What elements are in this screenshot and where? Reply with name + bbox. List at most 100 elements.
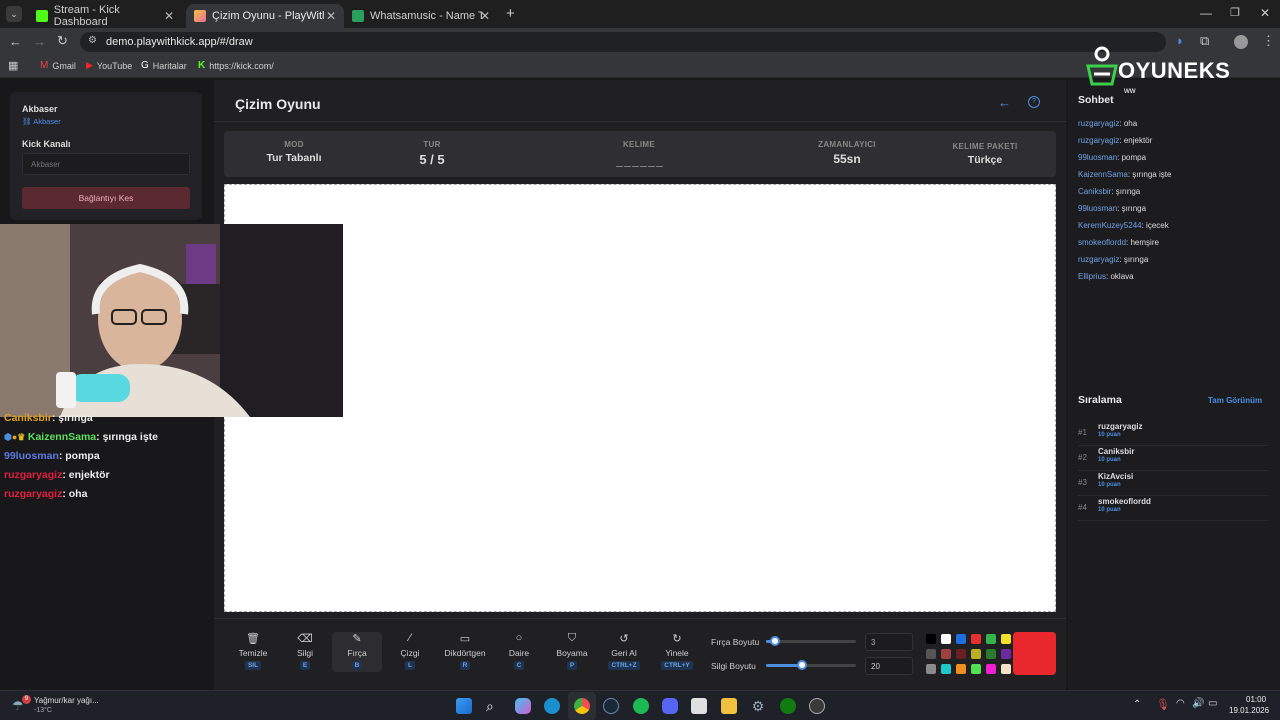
edge-icon[interactable] (544, 698, 560, 714)
color-swatch[interactable] (941, 634, 951, 644)
brush-size-slider[interactable] (766, 636, 856, 646)
battery-icon[interactable]: ▭ (1208, 698, 1217, 709)
color-swatch[interactable] (926, 649, 936, 659)
chat-username[interactable]: KeremKuzey5244 (1078, 221, 1142, 230)
back-icon[interactable]: ← (9, 34, 22, 49)
color-swatch[interactable] (986, 649, 996, 659)
tab-draw-game[interactable]: Çizim Oyunu - PlayWithKick.AP ✕ (186, 4, 344, 28)
chat-username[interactable]: ruzgaryagiz (1078, 255, 1119, 264)
menu-icon[interactable]: ⋮ (1262, 33, 1275, 49)
chat-text: şırınga (1115, 187, 1141, 196)
steam-icon[interactable] (603, 698, 619, 714)
bookmark-gmail[interactable]: M Gmail (40, 60, 76, 71)
tool-fill[interactable]: ⛉ Boyama P (547, 632, 597, 672)
color-swatch[interactable] (971, 634, 981, 644)
color-swatch[interactable] (1001, 634, 1011, 644)
tool-clear[interactable]: 🗑 Temizle SIL (228, 632, 278, 672)
new-tab-button[interactable]: + (506, 5, 515, 22)
chat-username[interactable]: Elliprius (1078, 272, 1106, 281)
close-icon[interactable]: ✕ (164, 9, 174, 23)
tool-rectangle[interactable]: ▭ Dikdörtgen R (438, 632, 492, 672)
discord-icon[interactable] (662, 698, 678, 714)
apps-grid-icon[interactable]: ▦ (8, 59, 18, 72)
tool-brush[interactable]: ✎ Fırça B (332, 632, 382, 672)
help-icon[interactable]: ? (1028, 96, 1040, 108)
clock-date[interactable]: 19.01.2026 (1229, 706, 1269, 715)
forward-icon[interactable]: → (33, 34, 46, 49)
tab-whatsamusic[interactable]: Whatsamusic - Name That Tun ✕ (344, 4, 498, 28)
color-swatch[interactable] (941, 649, 951, 659)
chat-title: Sohbet (1078, 94, 1114, 106)
close-icon[interactable]: ✕ (480, 9, 490, 23)
chat-username[interactable]: 99luosman (1078, 153, 1117, 162)
site-info-icon[interactable]: ⚙ (88, 35, 97, 46)
bookmark-maps[interactable]: G Haritalar (141, 60, 187, 71)
tool-circle[interactable]: ○ Daire C (494, 632, 544, 672)
weather-widget[interactable]: ☂ 9 Yağmur/kar yağı... -13°C (10, 695, 120, 719)
maximize-icon[interactable]: ❐ (1230, 6, 1240, 19)
reload-icon[interactable]: ↻ (57, 33, 68, 49)
photos-icon[interactable] (691, 698, 707, 714)
selected-color-swatch[interactable] (1013, 632, 1056, 675)
wifi-icon[interactable]: ◠ (1176, 698, 1185, 709)
address-bar[interactable]: ⚙ demo.playwithkick.app/#/draw (80, 32, 1166, 52)
extension-icon[interactable]: ◗ (1176, 33, 1184, 48)
color-swatch[interactable] (1001, 664, 1011, 674)
color-swatch[interactable] (971, 649, 981, 659)
microphone-icon[interactable]: 🎙 (1156, 698, 1170, 711)
color-swatch[interactable] (956, 634, 966, 644)
tool-redo[interactable]: ↻ Yinele CTRL+Y (652, 632, 702, 672)
drawing-canvas[interactable] (224, 184, 1056, 612)
stat-value: Tur Tabanlı (266, 152, 322, 164)
copilot-icon[interactable] (515, 698, 531, 714)
color-swatch[interactable] (986, 634, 996, 644)
color-swatch[interactable] (956, 664, 966, 674)
file-explorer-icon[interactable] (721, 698, 737, 714)
xbox-icon[interactable] (780, 698, 796, 714)
puzzle-icon[interactable]: ⧉ (1200, 33, 1209, 49)
close-icon[interactable]: ✕ (326, 9, 336, 23)
chat-username[interactable]: ruzgaryagiz (1078, 136, 1119, 145)
brush-size-input[interactable] (865, 633, 913, 651)
tab-kick-dashboard[interactable]: Stream - Kick Dashboard ✕ (28, 4, 182, 28)
tool-eraser[interactable]: ⌫ Silgi E (280, 632, 330, 672)
tray-chevron-icon[interactable]: ⌃ (1133, 699, 1141, 710)
chat-username[interactable]: smokeoflordd (1078, 238, 1126, 247)
chat-username[interactable]: ruzgaryagiz (1078, 119, 1119, 128)
user-link[interactable]: ⛓ Akbaser (22, 117, 61, 126)
color-swatch[interactable] (971, 664, 981, 674)
color-swatch[interactable] (926, 634, 936, 644)
color-swatch[interactable] (956, 649, 966, 659)
eraser-size-input[interactable] (865, 657, 913, 675)
slider-thumb[interactable] (770, 636, 780, 646)
color-swatch[interactable] (941, 664, 951, 674)
chat-username[interactable]: Caniksbir (1078, 187, 1111, 196)
search-icon[interactable]: ⌕ (486, 698, 502, 714)
color-swatch[interactable] (926, 664, 936, 674)
color-swatch[interactable] (986, 664, 996, 674)
clock-time[interactable]: 01:00 (1246, 695, 1266, 704)
minimize-icon[interactable]: — (1200, 6, 1212, 20)
full-view-link[interactable]: Tam Görünüm (1208, 396, 1262, 405)
disconnect-button[interactable]: Bağlantıyı Kes (22, 187, 190, 209)
profile-avatar[interactable] (1234, 35, 1248, 49)
tool-undo[interactable]: ↺ Geri Al CTRL+Z (599, 632, 649, 672)
back-arrow-icon[interactable]: ← (998, 95, 1011, 110)
obs-icon[interactable] (809, 698, 825, 714)
settings-icon[interactable]: ⚙ (750, 698, 766, 714)
color-swatch[interactable] (1001, 649, 1011, 659)
eraser-size-slider[interactable] (766, 660, 856, 670)
channel-input[interactable] (22, 153, 190, 175)
tool-label: Dikdörtgen (444, 648, 486, 658)
chat-username[interactable]: KaizennSama (1078, 170, 1128, 179)
slider-thumb[interactable] (797, 660, 807, 670)
chat-username[interactable]: 99luosman (1078, 204, 1117, 213)
volume-icon[interactable]: 🔊 (1192, 698, 1204, 709)
spotify-icon[interactable] (633, 698, 649, 714)
bookmark-youtube[interactable]: ▶ YouTube (86, 60, 132, 71)
tool-line[interactable]: ⁄ Çizgi L (385, 632, 435, 672)
bookmark-kick[interactable]: K https://kick.com/ (198, 60, 274, 71)
close-window-icon[interactable]: ✕ (1260, 6, 1270, 20)
tab-search-button[interactable]: ⌄ (6, 6, 22, 22)
start-icon[interactable] (456, 698, 472, 714)
